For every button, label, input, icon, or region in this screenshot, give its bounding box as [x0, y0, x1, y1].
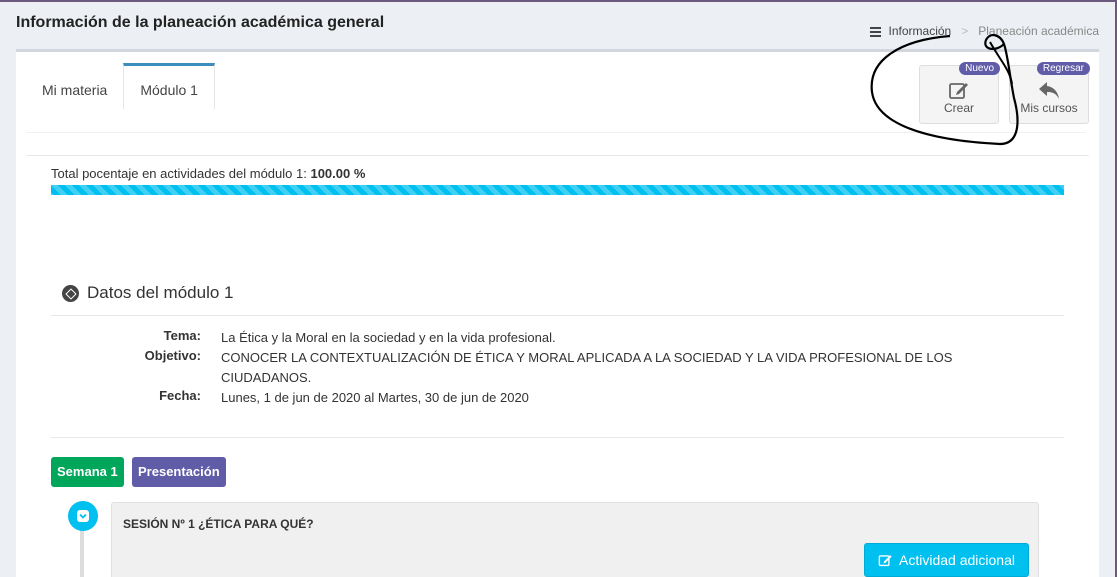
progress-label-text: Total pocentaje en actividades del módul…: [51, 166, 307, 181]
new-badge: Nuevo: [959, 62, 1000, 75]
reply-icon: [1039, 82, 1059, 99]
module-section-title-text: Datos del módulo 1: [87, 283, 234, 302]
additional-activity-button[interactable]: Actividad adicional: [864, 543, 1029, 577]
create-button-label: Crear: [943, 101, 974, 115]
week-badge: Semana 1: [51, 457, 124, 487]
progress-fill: [51, 185, 1064, 195]
progress-value: 100.00 %: [310, 166, 366, 181]
breadcrumb-item-planeacion: Planeación académica: [978, 24, 1099, 38]
breadcrumb-item-informacion[interactable]: Información: [889, 24, 952, 38]
detail-row-fecha: Fecha: Lunes, 1 de jun de 2020 al Martes…: [51, 388, 1011, 408]
page-title: Información de la planeación académica g…: [16, 14, 385, 31]
presentation-button[interactable]: Presentación: [132, 457, 226, 487]
content-divider: [26, 155, 1089, 156]
additional-activity-label: Actividad adicional: [899, 552, 1015, 568]
window-top-border: [0, 0, 1117, 2]
breadcrumb-separator: >: [961, 24, 969, 38]
fecha-label: Fecha:: [159, 388, 201, 403]
tab-divider: [26, 132, 1086, 133]
progress-bar: [51, 185, 1064, 195]
progress-label: Total pocentaje en actividades del módul…: [51, 166, 365, 181]
back-badge: Regresar: [1036, 62, 1090, 75]
create-button[interactable]: Crear Nuevo: [919, 62, 1000, 124]
tema-label: Tema:: [163, 328, 201, 343]
details-divider: [51, 437, 1064, 438]
section-divider: [51, 315, 1064, 316]
objetivo-label: Objetivo:: [144, 348, 201, 363]
fecha-value: Lunes, 1 de jun de 2020 al Martes, 30 de…: [221, 390, 529, 405]
objetivo-value: CONOCER LA CONTEXTUALIZACIÓN DE ÉTICA Y …: [221, 350, 953, 385]
module-section-title: Datos del módulo 1: [62, 283, 233, 303]
timeline-chevron-icon: [68, 501, 98, 531]
edit-icon: [949, 83, 968, 99]
module-diamond-icon: [62, 284, 79, 302]
edit-icon: [878, 555, 892, 567]
tab-modulo-1[interactable]: Módulo 1: [123, 63, 215, 109]
session-title: SESIÓN Nº 1 ¿ÉTICA PARA QUÉ?: [123, 517, 314, 531]
tema-value: La Ética y la Moral en la sociedad y en …: [221, 330, 556, 345]
tab-mi-materia[interactable]: Mi materia: [26, 63, 123, 109]
main-card: Mi materia Módulo 1 Crear Nuevo Mis curs…: [16, 49, 1099, 577]
breadcrumb: Información > Planeación académica: [869, 24, 1099, 38]
menu-bars-icon: [869, 26, 881, 37]
detail-row-tema: Tema: La Ética y la Moral en la sociedad…: [51, 328, 1011, 348]
tab-bar: Mi materia Módulo 1: [26, 63, 215, 109]
session-card: SESIÓN Nº 1 ¿ÉTICA PARA QUÉ? Actividad a…: [111, 502, 1039, 577]
detail-row-objetivo: Objetivo: CONOCER LA CONTEXTUALIZACIÓN D…: [51, 348, 1011, 388]
my-courses-button-label: Mis cursos: [1020, 101, 1078, 115]
my-courses-button[interactable]: Mis cursos Regresar: [1009, 62, 1090, 124]
